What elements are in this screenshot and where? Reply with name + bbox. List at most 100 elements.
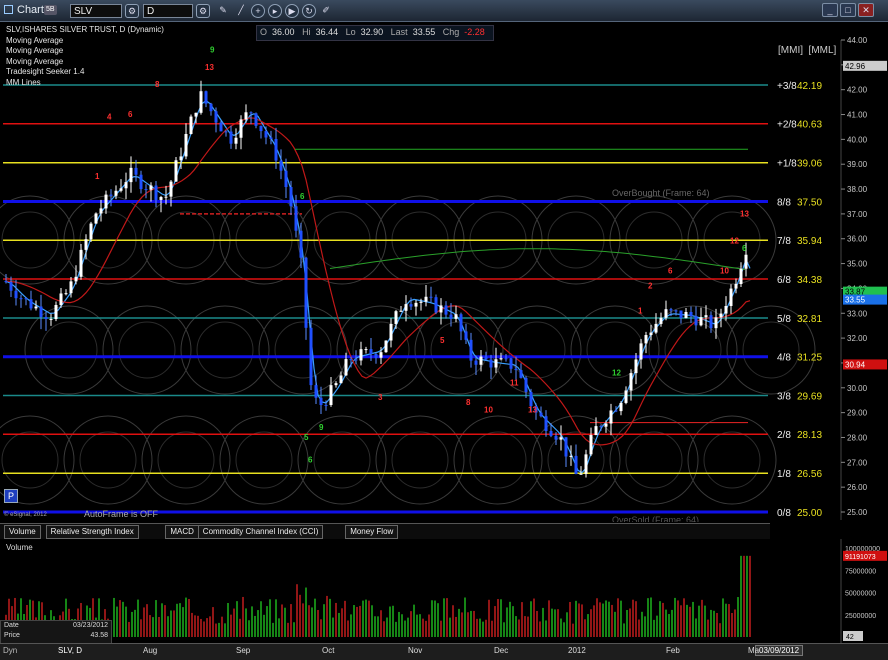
candle-body	[474, 360, 478, 365]
x-axis-label: 2012	[568, 646, 586, 655]
seeker-count-marker: 6	[742, 244, 747, 253]
interval-settings-icon[interactable]: ⚙	[196, 4, 210, 18]
candle-body	[299, 230, 303, 258]
close-button[interactable]: ✕	[858, 3, 874, 17]
candle-body	[344, 359, 348, 376]
candle-body	[99, 208, 103, 214]
candle-body	[524, 377, 528, 392]
y-tick-label: 35.00	[847, 260, 868, 269]
mm-line-value: 26.56	[797, 469, 822, 480]
candle-body	[414, 302, 418, 307]
candle-body	[609, 410, 613, 424]
candle-body	[24, 298, 28, 300]
mm-line-value: 34.38	[797, 275, 822, 286]
candle-body	[124, 182, 128, 189]
candle-body	[244, 112, 248, 120]
replay-icon[interactable]: ▸	[268, 4, 282, 18]
study-tab[interactable]: Relative Strength Index	[45, 525, 139, 539]
candle-body	[179, 156, 183, 161]
mm-line-value: 42.19	[797, 81, 822, 92]
candle-body	[284, 170, 288, 188]
candle-body	[49, 319, 53, 321]
candle-body	[54, 304, 58, 320]
interval-input[interactable]: D	[143, 4, 193, 18]
candle-body	[699, 317, 703, 326]
ohlc-readout: O 36.00 Hi 36.44 Lo 32.90 Last 33.55 Chg -2.2…	[256, 25, 494, 41]
p-button[interactable]: P	[4, 489, 18, 503]
candle-body	[209, 103, 213, 112]
draw-line-icon[interactable]: ╱	[234, 4, 248, 18]
mm-line-value: 28.13	[797, 430, 822, 441]
refresh-icon[interactable]: ↻	[302, 4, 316, 18]
x-axis-label: Dec	[494, 646, 509, 655]
candle-body	[679, 310, 683, 319]
candle-body	[459, 314, 463, 332]
y-tick-label: 36.00	[847, 235, 868, 244]
seeker-count-marker: 6	[668, 267, 673, 276]
candle-body	[304, 257, 308, 328]
candle-body	[309, 327, 313, 386]
volume-chart[interactable]: 1000000007500000050000000250000009119107…	[0, 539, 888, 643]
x-axis-label: Nov	[408, 646, 423, 655]
link-icon[interactable]: ✐	[319, 4, 333, 18]
volume-tick-label: 50000000	[845, 591, 876, 598]
seeker-count-marker: 12	[612, 368, 621, 377]
candle-body	[144, 189, 148, 191]
y-tick-label: 40.00	[847, 135, 868, 144]
open-label: O	[260, 27, 268, 37]
maximize-button[interactable]: □	[840, 3, 856, 17]
candle-body	[639, 343, 643, 360]
candle-body	[314, 385, 318, 398]
candle-body	[589, 435, 593, 455]
volume-tick-label: 25000000	[845, 613, 876, 620]
candle-body	[539, 412, 543, 417]
minimize-button[interactable]: _	[822, 3, 838, 17]
legend-entry: Tradesight Seeker 1.4	[6, 67, 85, 76]
y-tick-label: 29.00	[847, 409, 868, 418]
candle-body	[159, 197, 163, 200]
candle-body	[394, 311, 398, 324]
candle-body	[419, 301, 423, 303]
seeker-count-marker: 5	[304, 433, 309, 442]
symbol-input[interactable]: SLV	[70, 4, 122, 18]
candle-body	[239, 119, 243, 138]
y-tick-label: 41.00	[847, 111, 868, 120]
mm-line-value: 37.50	[797, 197, 822, 208]
candle-body	[234, 137, 238, 144]
date-label: Date	[4, 622, 19, 629]
play-icon[interactable]: ▶	[285, 4, 299, 18]
candle-body	[294, 206, 298, 231]
candle-body	[704, 315, 708, 318]
study-tab[interactable]: Volume	[4, 525, 41, 539]
mm-line-label: 2/8	[777, 430, 791, 441]
mm-line-label: 5/8	[777, 314, 791, 325]
mm-line-label: 7/8	[777, 236, 791, 247]
legend-entry: Moving Average	[6, 46, 64, 55]
seeker-count-marker: 6	[300, 192, 305, 201]
candle-body	[359, 349, 363, 361]
draw-pencil-icon[interactable]: ✎	[216, 4, 230, 18]
candle-body	[694, 316, 698, 326]
mm-header: [MMI] [MML]	[778, 45, 837, 56]
candle-body	[34, 306, 38, 309]
candle-body	[439, 305, 443, 313]
date-value: 03/23/2012	[72, 622, 108, 629]
candle-body	[469, 339, 473, 361]
price-chart[interactable]: +3/8 42.19+2/8 40.63+1/8 39.068/8 37.507/8 35…	[0, 22, 888, 522]
price-tag-text: 33.55	[845, 296, 866, 305]
candle-body	[584, 454, 588, 474]
candle-body	[719, 313, 723, 318]
study-tab[interactable]: Money Flow	[345, 525, 399, 539]
oversold-label: OverSold (Frame: 64)	[612, 515, 700, 522]
candle-body	[389, 323, 393, 341]
candle-body	[709, 315, 713, 329]
candle-body	[409, 304, 413, 307]
study-tab[interactable]: Commodity Channel Index (CCI)	[197, 525, 324, 539]
candle-body	[319, 397, 323, 405]
study-tab[interactable]: MACD	[165, 525, 199, 539]
add-study-icon[interactable]: +	[251, 4, 265, 18]
symbol-settings-icon[interactable]: ⚙	[125, 4, 139, 18]
candle-body	[199, 91, 203, 113]
candle-body	[734, 283, 738, 289]
candle-body	[714, 317, 718, 329]
